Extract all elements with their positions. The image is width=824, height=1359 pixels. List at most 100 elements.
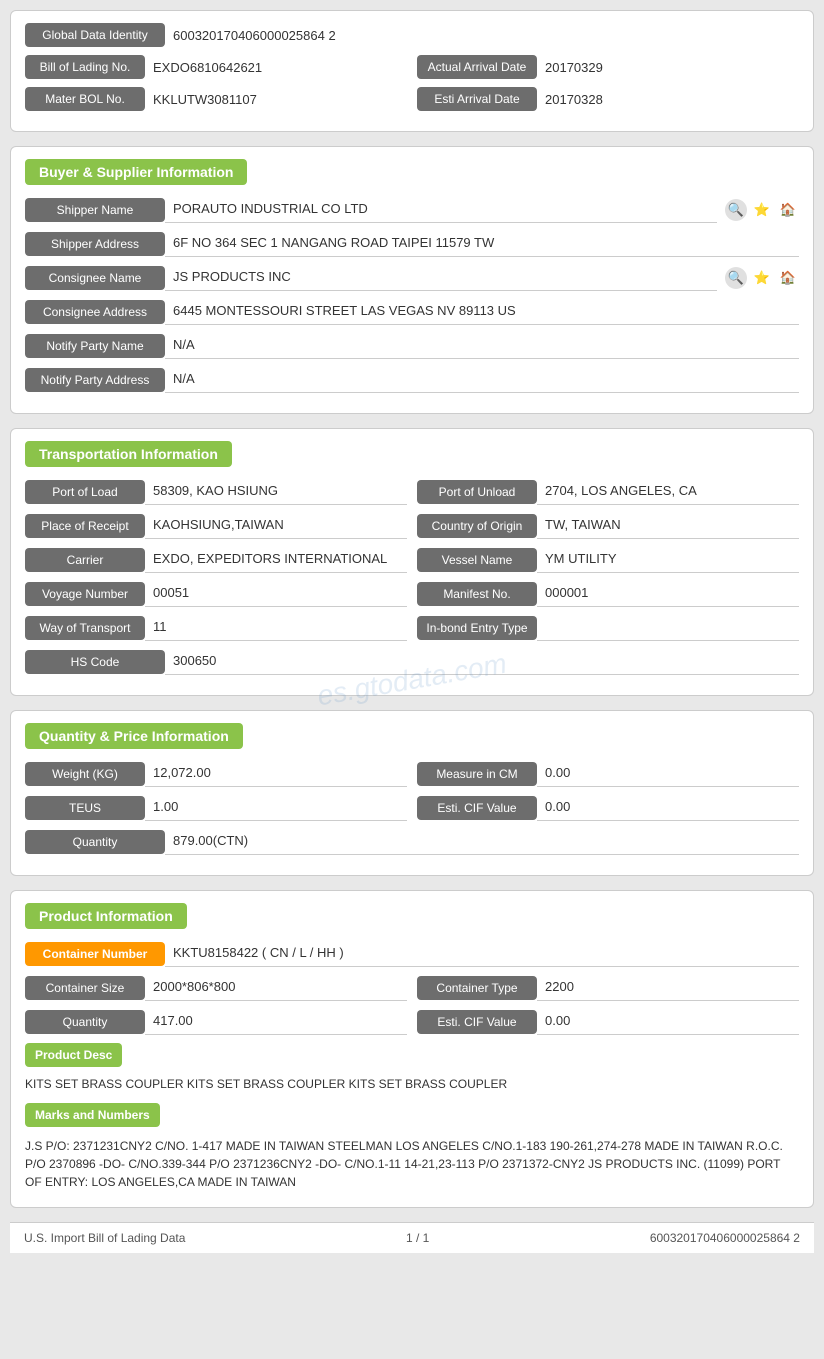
consignee-star-icon[interactable]: ⭐	[751, 267, 773, 289]
port-load-unload-row: Port of Load 58309, KAO HSIUNG Port of U…	[25, 479, 799, 505]
bill-date-row: Bill of Lading No. EXDO6810642621 Actual…	[25, 55, 799, 79]
mater-bol-half: Mater BOL No. KKLUTW3081107	[25, 87, 407, 111]
mater-esti-row: Mater BOL No. KKLUTW3081107 Esti Arrival…	[25, 87, 799, 111]
shipper-name-value: PORAUTO INDUSTRIAL CO LTD	[165, 197, 717, 223]
measure-cm-half: Measure in CM 0.00	[417, 761, 799, 787]
container-size-value: 2000*806*800	[145, 975, 407, 1001]
consignee-home-icon[interactable]: 🏠	[777, 267, 799, 289]
product-info-header: Product Information	[25, 903, 187, 929]
product-esti-cif-value: 0.00	[537, 1009, 799, 1035]
hs-code-value: 300650	[165, 649, 799, 675]
container-size-type-row: Container Size 2000*806*800 Container Ty…	[25, 975, 799, 1001]
voyage-number-value: 00051	[145, 581, 407, 607]
way-inbond-row: Way of Transport 11 In-bond Entry Type	[25, 615, 799, 641]
product-desc-text: KITS SET BRASS COUPLER KITS SET BRASS CO…	[25, 1073, 799, 1095]
container-number-value: KKTU8158422 ( CN / L / HH )	[165, 941, 799, 967]
way-of-transport-value: 11	[145, 615, 407, 641]
footer-center: 1 / 1	[406, 1231, 429, 1245]
quantity-label: Quantity	[25, 830, 165, 854]
home-icon[interactable]: 🏠	[777, 199, 799, 221]
container-type-half: Container Type 2200	[417, 975, 799, 1001]
voyage-half: Voyage Number 00051	[25, 581, 407, 607]
notify-party-address-value: N/A	[165, 367, 799, 393]
consignee-address-value: 6445 MONTESSOURI STREET LAS VEGAS NV 891…	[165, 299, 799, 325]
product-desc-button[interactable]: Product Desc	[25, 1043, 122, 1067]
product-cif-half: Esti. CIF Value 0.00	[417, 1009, 799, 1035]
consignee-icons: 🔍 ⭐ 🏠	[725, 267, 799, 289]
measure-in-cm-value: 0.00	[537, 761, 799, 787]
in-bond-entry-half: In-bond Entry Type	[417, 615, 799, 641]
teus-value: 1.00	[145, 795, 407, 821]
notify-party-address-row: Notify Party Address N/A	[25, 367, 799, 393]
shipper-name-row: Shipper Name PORAUTO INDUSTRIAL CO LTD 🔍…	[25, 197, 799, 223]
way-of-transport-half: Way of Transport 11	[25, 615, 407, 641]
buyer-supplier-card: Buyer & Supplier Information Shipper Nam…	[10, 146, 814, 414]
place-country-row: Place of Receipt KAOHSIUNG,TAIWAN Countr…	[25, 513, 799, 539]
product-quantity-value: 417.00	[145, 1009, 407, 1035]
shipper-address-row: Shipper Address 6F NO 364 SEC 1 NANGANG …	[25, 231, 799, 257]
in-bond-entry-type-value	[537, 615, 799, 641]
actual-arrival-label: Actual Arrival Date	[417, 55, 537, 79]
port-of-unload-label: Port of Unload	[417, 480, 537, 504]
global-data-label: Global Data Identity	[25, 23, 165, 47]
search-icon[interactable]: 🔍	[725, 199, 747, 221]
consignee-name-value: JS PRODUCTS INC	[165, 265, 717, 291]
place-of-receipt-label: Place of Receipt	[25, 514, 145, 538]
container-number-button[interactable]: Container Number	[25, 942, 165, 966]
notify-party-name-label: Notify Party Name	[25, 334, 165, 358]
notify-party-name-row: Notify Party Name N/A	[25, 333, 799, 359]
global-data-value: 600320170406000025864 2	[165, 24, 799, 47]
esti-cif-value: 0.00	[537, 795, 799, 821]
vessel-name-value: YM UTILITY	[537, 547, 799, 573]
consignee-search-icon[interactable]: 🔍	[725, 267, 747, 289]
port-of-load-label: Port of Load	[25, 480, 145, 504]
container-size-half: Container Size 2000*806*800	[25, 975, 407, 1001]
consignee-name-row: Consignee Name JS PRODUCTS INC 🔍 ⭐ 🏠	[25, 265, 799, 291]
manifest-half: Manifest No. 000001	[417, 581, 799, 607]
star-icon[interactable]: ⭐	[751, 199, 773, 221]
marks-numbers-section: Marks and Numbers J.S P/O: 2371231CNY2 C…	[25, 1099, 799, 1195]
product-esti-cif-label: Esti. CIF Value	[417, 1010, 537, 1034]
carrier-label: Carrier	[25, 548, 145, 572]
place-of-receipt-value: KAOHSIUNG,TAIWAN	[145, 513, 407, 539]
measure-in-cm-label: Measure in CM	[417, 762, 537, 786]
weight-kg-value: 12,072.00	[145, 761, 407, 787]
shipper-address-label: Shipper Address	[25, 232, 165, 256]
buyer-supplier-header: Buyer & Supplier Information	[25, 159, 247, 185]
mater-bol-value: KKLUTW3081107	[145, 88, 407, 111]
consignee-address-label: Consignee Address	[25, 300, 165, 324]
marks-numbers-text: J.S P/O: 2371231CNY2 C/NO. 1-417 MADE IN…	[25, 1133, 799, 1195]
esti-cif-half: Esti. CIF Value 0.00	[417, 795, 799, 821]
voyage-manifest-row: Voyage Number 00051 Manifest No. 000001	[25, 581, 799, 607]
esti-cif-label: Esti. CIF Value	[417, 796, 537, 820]
container-number-row: Container Number KKTU8158422 ( CN / L / …	[25, 941, 799, 967]
shipper-icons: 🔍 ⭐ 🏠	[725, 199, 799, 221]
vessel-name-half: Vessel Name YM UTILITY	[417, 547, 799, 573]
product-quantity-label: Quantity	[25, 1010, 145, 1034]
product-qty-half: Quantity 417.00	[25, 1009, 407, 1035]
container-type-label: Container Type	[417, 976, 537, 1000]
port-of-unload-value: 2704, LOS ANGELES, CA	[537, 479, 799, 505]
product-info-card: Product Information Container Number KKT…	[10, 890, 814, 1208]
weight-measure-row: Weight (KG) 12,072.00 Measure in CM 0.00	[25, 761, 799, 787]
notify-party-name-value: N/A	[165, 333, 799, 359]
transportation-header: Transportation Information	[25, 441, 232, 467]
carrier-vessel-row: Carrier EXDO, EXPEDITORS INTERNATIONAL V…	[25, 547, 799, 573]
weight-kg-label: Weight (KG)	[25, 762, 145, 786]
consignee-name-label: Consignee Name	[25, 266, 165, 290]
footer-right: 600320170406000025864 2	[650, 1231, 800, 1245]
top-card: Global Data Identity 6003201704060000258…	[10, 10, 814, 132]
in-bond-entry-type-label: In-bond Entry Type	[417, 616, 537, 640]
global-data-row: Global Data Identity 6003201704060000258…	[25, 23, 799, 47]
port-unload-half: Port of Unload 2704, LOS ANGELES, CA	[417, 479, 799, 505]
shipper-address-value: 6F NO 364 SEC 1 NANGANG ROAD TAIPEI 1157…	[165, 231, 799, 257]
country-origin-half: Country of Origin TW, TAIWAN	[417, 513, 799, 539]
port-load-half: Port of Load 58309, KAO HSIUNG	[25, 479, 407, 505]
esti-arrival-label: Esti Arrival Date	[417, 87, 537, 111]
bill-of-lading-label: Bill of Lading No.	[25, 55, 145, 79]
quantity-value: 879.00(CTN)	[165, 829, 799, 855]
manifest-no-value: 000001	[537, 581, 799, 607]
marks-numbers-button[interactable]: Marks and Numbers	[25, 1103, 160, 1127]
hs-code-row: HS Code 300650	[25, 649, 799, 675]
country-of-origin-label: Country of Origin	[417, 514, 537, 538]
